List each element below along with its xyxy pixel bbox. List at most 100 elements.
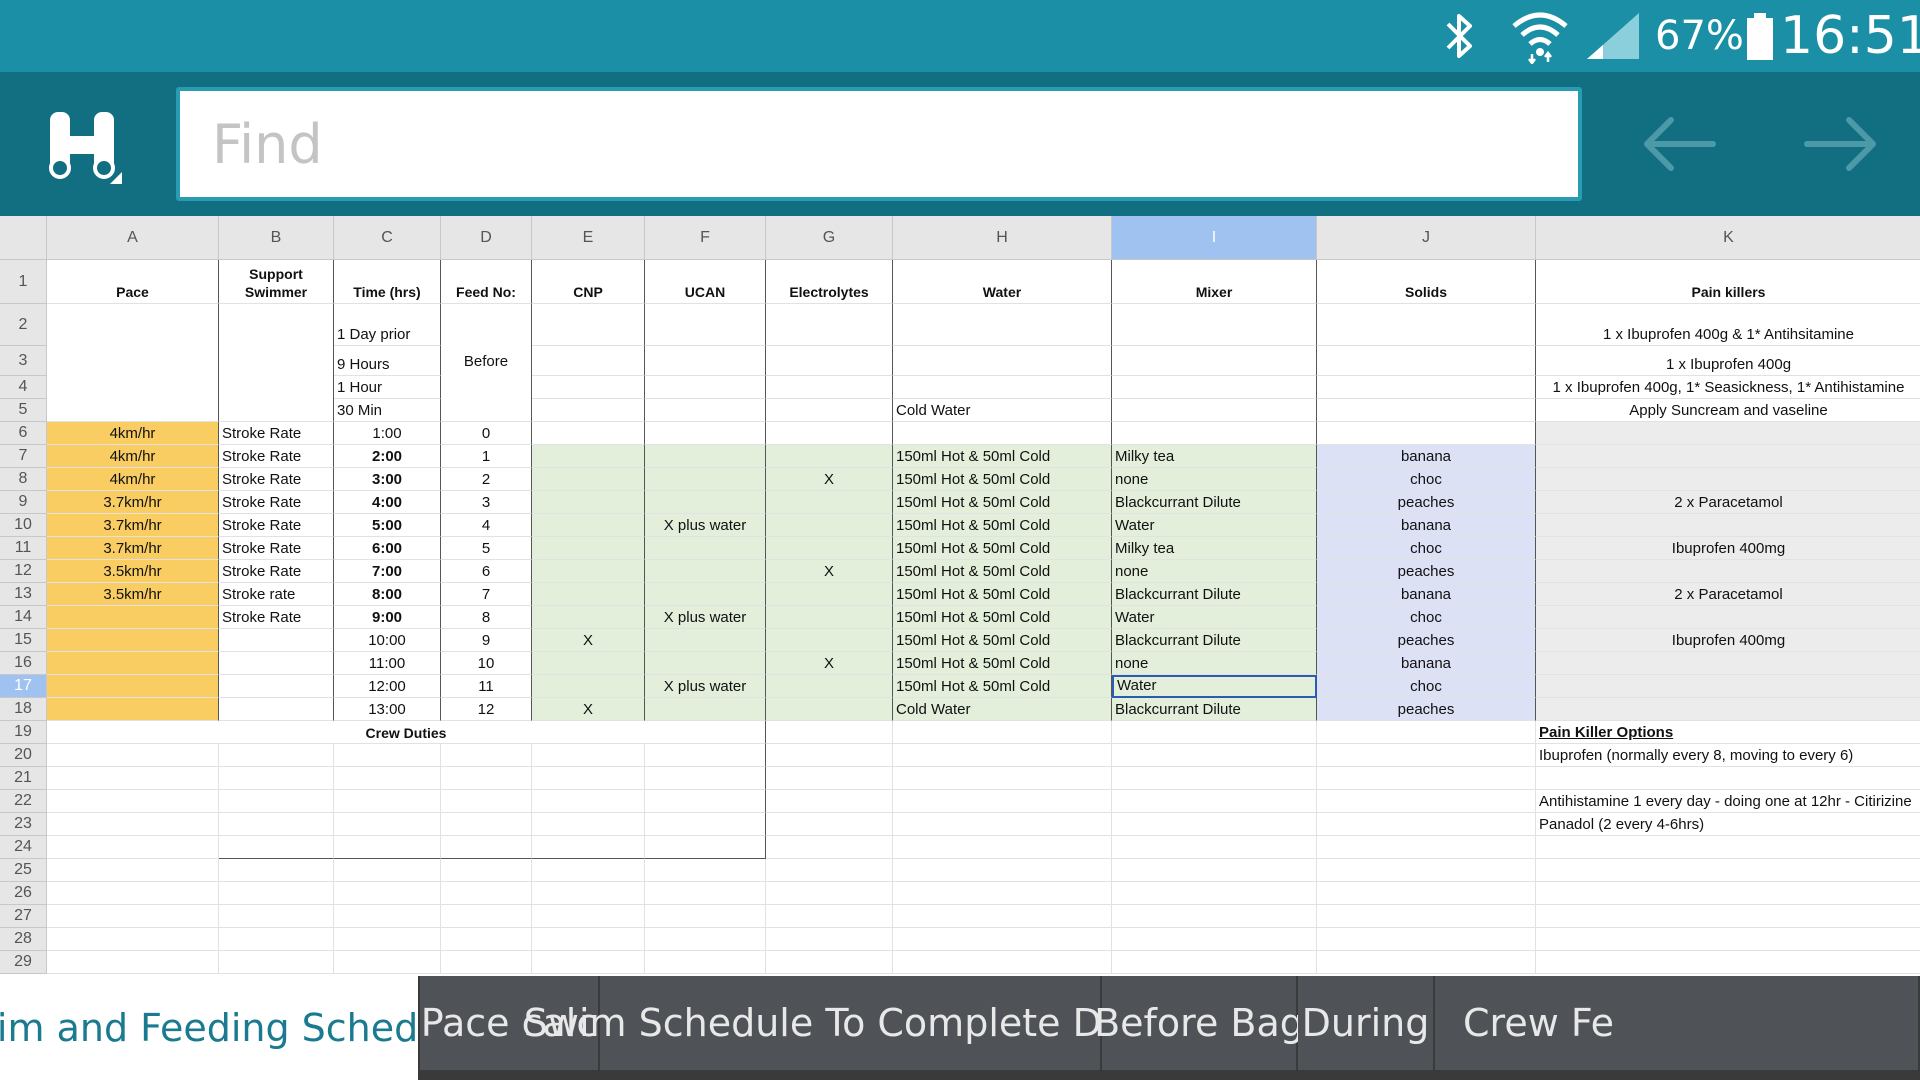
cell[interactable] <box>766 790 893 813</box>
before-empty-cell[interactable] <box>645 304 766 346</box>
before-empty-cell[interactable] <box>766 399 893 422</box>
row-header-18[interactable]: 18 <box>0 698 47 721</box>
crew-duty-cell[interactable] <box>441 836 532 859</box>
row-header-16[interactable]: 16 <box>0 652 47 675</box>
pain-killers-cell[interactable] <box>1536 698 1920 721</box>
electrolytes-cell[interactable]: X <box>766 560 893 583</box>
mixer-cell[interactable]: none <box>1112 652 1317 675</box>
pace-cell[interactable]: 4km/hr <box>47 468 219 491</box>
before-pain-cell[interactable]: 1 x Ibuprofen 400g <box>1536 346 1920 376</box>
time-cell[interactable]: 3:00 <box>334 468 441 491</box>
cell[interactable] <box>766 767 893 790</box>
feed-number-cell[interactable]: 5 <box>441 537 532 560</box>
header-mixer[interactable]: Mixer <box>1112 260 1317 304</box>
crew-duty-cell[interactable] <box>334 790 441 813</box>
mixer-cell[interactable]: Water <box>1112 675 1317 698</box>
mixer-cell[interactable]: Milky tea <box>1112 445 1317 468</box>
cell[interactable] <box>645 859 766 882</box>
water-cell[interactable]: 150ml Hot & 50ml Cold <box>893 583 1112 606</box>
mixer-cell[interactable]: Water <box>1112 606 1317 629</box>
solids-cell[interactable] <box>1317 422 1536 445</box>
row-header-21[interactable]: 21 <box>0 767 47 790</box>
header-electrolytes[interactable]: Electrolytes <box>766 260 893 304</box>
before-empty-cell[interactable] <box>1112 304 1317 346</box>
feed-number-cell[interactable]: 11 <box>441 675 532 698</box>
cell[interactable] <box>532 928 645 951</box>
row-header-24[interactable]: 24 <box>0 836 47 859</box>
cell[interactable] <box>1112 721 1317 744</box>
crew-duty-cell[interactable] <box>219 836 334 859</box>
crew-duty-cell[interactable] <box>441 790 532 813</box>
pain-killers-cell[interactable] <box>1536 514 1920 537</box>
feed-number-cell[interactable]: 0 <box>441 422 532 445</box>
feed-number-cell[interactable]: 12 <box>441 698 532 721</box>
crew-duty-cell[interactable] <box>532 744 645 767</box>
mixer-cell[interactable]: Blackcurrant Dilute <box>1112 583 1317 606</box>
cell[interactable] <box>766 928 893 951</box>
time-cell[interactable]: 2:00 <box>334 445 441 468</box>
ucan-cell[interactable] <box>645 560 766 583</box>
cell[interactable] <box>47 859 219 882</box>
before-empty-cell[interactable] <box>645 399 766 422</box>
electrolytes-cell[interactable] <box>766 491 893 514</box>
solids-cell[interactable]: banana <box>1317 514 1536 537</box>
cell[interactable] <box>219 928 334 951</box>
pain-killers-cell[interactable] <box>1536 606 1920 629</box>
cnp-cell[interactable] <box>532 560 645 583</box>
cell[interactable] <box>1317 721 1536 744</box>
cell[interactable] <box>893 836 1112 859</box>
column-header-i[interactable]: I <box>1112 216 1317 260</box>
pain-killers-cell[interactable]: Ibuprofen 400mg <box>1536 537 1920 560</box>
column-header-d[interactable]: D <box>441 216 532 260</box>
cnp-cell[interactable] <box>532 606 645 629</box>
cell[interactable] <box>766 813 893 836</box>
feed-number-cell[interactable]: 10 <box>441 652 532 675</box>
time-cell[interactable]: 1:00 <box>334 422 441 445</box>
row-header-2[interactable]: 2 <box>0 304 47 346</box>
support-swimmer-cell[interactable]: Stroke Rate <box>219 422 334 445</box>
row-header-14[interactable]: 14 <box>0 606 47 629</box>
cell[interactable] <box>893 744 1112 767</box>
column-header-f[interactable]: F <box>645 216 766 260</box>
before-empty-cell[interactable] <box>645 346 766 376</box>
pain-killers-cell[interactable] <box>1536 445 1920 468</box>
row-header-4[interactable]: 4 <box>0 376 47 399</box>
ucan-cell[interactable] <box>645 652 766 675</box>
mixer-cell[interactable]: none <box>1112 560 1317 583</box>
select-all-corner[interactable] <box>0 216 47 260</box>
row-header-8[interactable]: 8 <box>0 468 47 491</box>
before-time-cell[interactable]: 1 Hour <box>334 376 441 399</box>
cell[interactable] <box>893 721 1112 744</box>
cell[interactable] <box>766 882 893 905</box>
header-pain-killers[interactable]: Pain killers <box>1536 260 1920 304</box>
support-swimmer-cell[interactable] <box>219 629 334 652</box>
crew-duty-cell[interactable] <box>645 813 766 836</box>
cell[interactable] <box>766 721 893 744</box>
before-pain-cell[interactable]: 1 x Ibuprofen 400g, 1* Seasickness, 1* A… <box>1536 376 1920 399</box>
cell[interactable] <box>645 951 766 974</box>
cell[interactable] <box>1536 905 1920 928</box>
row-header-12[interactable]: 12 <box>0 560 47 583</box>
feed-number-cell[interactable]: 6 <box>441 560 532 583</box>
before-time-cell[interactable]: 30 Min <box>334 399 441 422</box>
cell[interactable] <box>334 905 441 928</box>
sheet-tab-before-bag[interactable]: Before Bag <box>1094 976 1304 1070</box>
before-empty-cell[interactable] <box>1317 304 1536 346</box>
cell[interactable] <box>47 951 219 974</box>
electrolytes-cell[interactable]: X <box>766 652 893 675</box>
pace-cell[interactable] <box>47 675 219 698</box>
crew-duty-cell[interactable] <box>441 767 532 790</box>
before-empty-cell[interactable] <box>1112 399 1317 422</box>
before-feed-cell[interactable]: Before <box>441 304 532 422</box>
cell[interactable] <box>1317 836 1536 859</box>
pace-cell[interactable]: 3.5km/hr <box>47 560 219 583</box>
cell[interactable] <box>893 905 1112 928</box>
time-cell[interactable]: 6:00 <box>334 537 441 560</box>
cell[interactable] <box>1112 790 1317 813</box>
cell[interactable] <box>219 882 334 905</box>
electrolytes-cell[interactable] <box>766 445 893 468</box>
water-cell[interactable]: 150ml Hot & 50ml Cold <box>893 514 1112 537</box>
cnp-cell[interactable] <box>532 491 645 514</box>
cell[interactable] <box>334 859 441 882</box>
time-cell[interactable]: 4:00 <box>334 491 441 514</box>
